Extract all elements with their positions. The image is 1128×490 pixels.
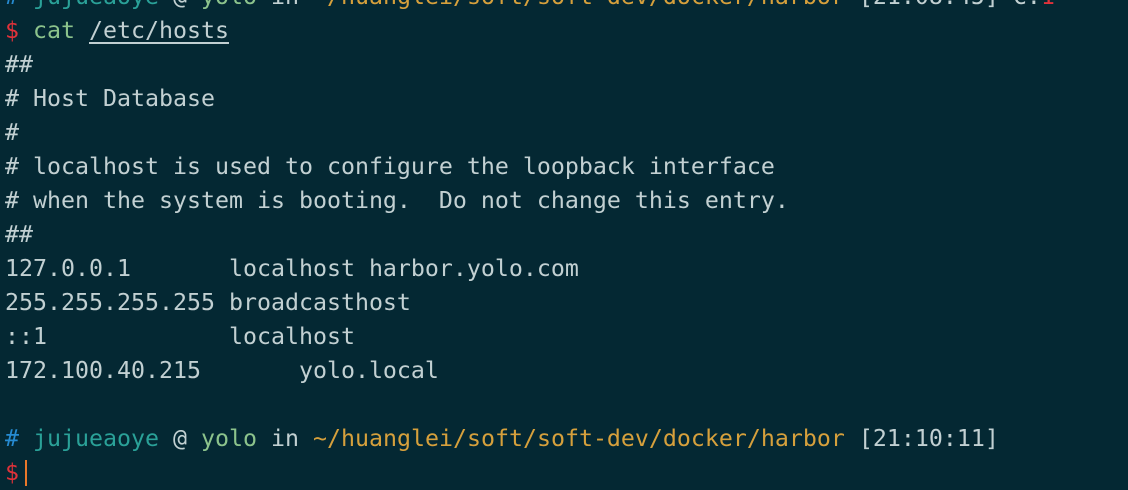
prompt-path: ~/huanglei/soft/soft-dev/docker/harbor bbox=[313, 0, 845, 10]
prompt-time: [21:10:11] bbox=[858, 425, 999, 452]
output-line: ## bbox=[5, 51, 33, 78]
prompt-host: yolo bbox=[200, 425, 257, 452]
prompt-in: in bbox=[271, 0, 299, 10]
prompt-in: in bbox=[270, 425, 299, 452]
exit-code-value: 1 bbox=[1041, 0, 1055, 10]
exit-code-label: C: bbox=[1013, 0, 1041, 10]
output-line: 172.100.40.215 yolo.local bbox=[5, 357, 439, 384]
output-line: # localhost is used to configure the loo… bbox=[5, 153, 775, 180]
output-line: ::1 localhost bbox=[5, 323, 355, 350]
output-line: # when the system is booting. Do not cha… bbox=[5, 187, 789, 214]
prompt-dollar: $ bbox=[5, 17, 19, 44]
prompt-time: [21:08:45] bbox=[859, 0, 999, 10]
prompt-user: jujueaoye bbox=[33, 0, 159, 10]
output-line: 127.0.0.1 localhost harbor.yolo.com bbox=[5, 255, 579, 282]
previous-prompt-line: # jujueaoye @ yolo in ~/huanglei/soft/so… bbox=[5, 0, 1055, 14]
command-name: cat bbox=[33, 17, 75, 44]
prompt-dollar: $ bbox=[5, 459, 19, 486]
output-line: # Host Database bbox=[5, 85, 215, 112]
prompt-line: # jujueaoye @ yolo in ~/huanglei/soft/so… bbox=[5, 422, 1055, 456]
prompt-hash: # bbox=[5, 0, 19, 10]
output-line: 255.255.255.255 broadcasthost bbox=[5, 289, 411, 316]
command-line: $ cat /etc/hosts bbox=[5, 14, 1055, 48]
prompt-at: @ bbox=[173, 0, 187, 10]
prompt-hash: # bbox=[5, 425, 19, 452]
prompt-at: @ bbox=[172, 425, 187, 452]
output-line: # bbox=[5, 119, 19, 146]
prompt-path: ~/huanglei/soft/soft-dev/docker/harbor bbox=[312, 425, 845, 452]
prompt-user: jujueaoye bbox=[33, 425, 159, 452]
command-argument: /etc/hosts bbox=[89, 17, 229, 44]
input-line[interactable]: $ bbox=[5, 456, 1055, 490]
output-line: ## bbox=[5, 221, 33, 248]
terminal[interactable]: # jujueaoye @ yolo in ~/huanglei/soft/so… bbox=[5, 0, 1055, 490]
prompt-host: yolo bbox=[201, 0, 257, 10]
